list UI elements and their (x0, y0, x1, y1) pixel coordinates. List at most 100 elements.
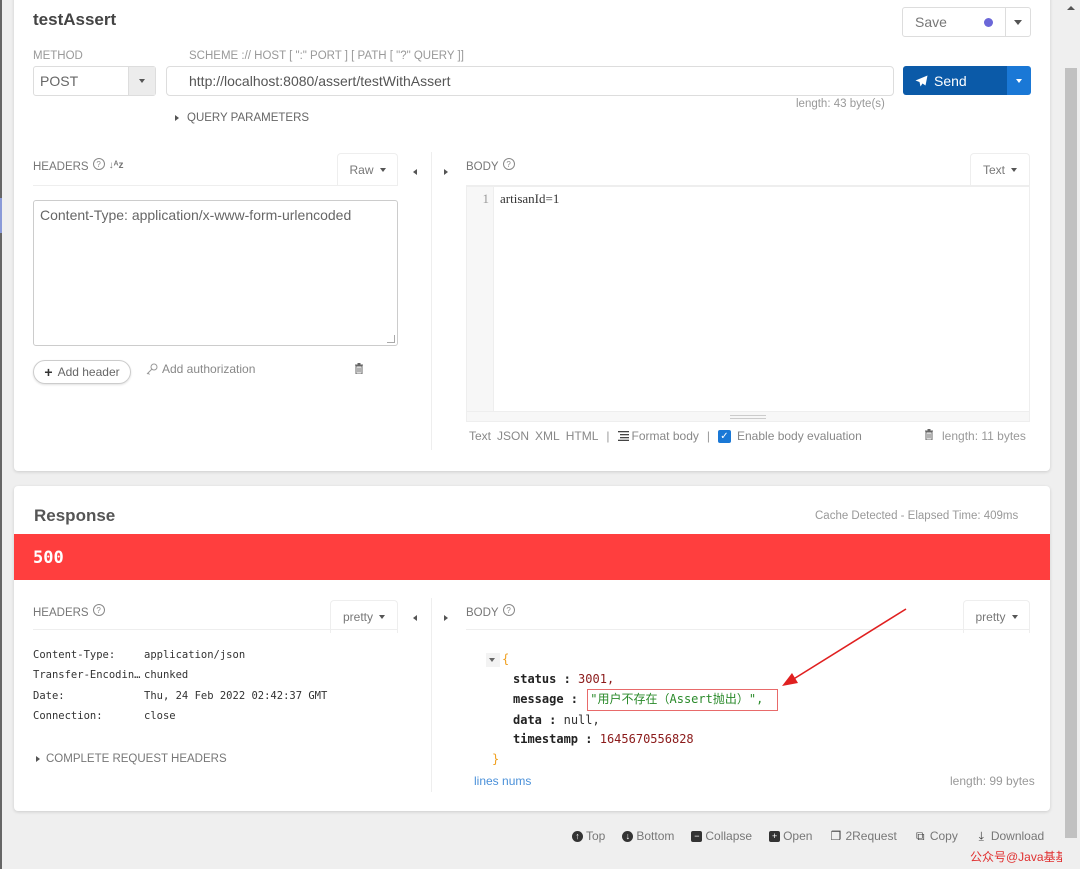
json-value: "用户不存在（Assert抛出）", (590, 692, 764, 706)
resize-handle-icon[interactable] (387, 335, 395, 343)
format-html-link[interactable]: HTML (566, 429, 599, 443)
chevron-down-icon (1016, 78, 1022, 83)
divider (33, 629, 398, 630)
send-dropdown-toggle[interactable] (1007, 66, 1031, 95)
paper-plane-icon (915, 75, 928, 86)
body-editor[interactable]: 1 artisanId=1 (466, 186, 1030, 422)
chevron-down-icon (379, 615, 385, 619)
download-button[interactable]: ⤓ Download (975, 828, 1045, 844)
add-header-button[interactable]: + Add header (33, 360, 131, 384)
chevron-down-icon (1014, 19, 1022, 25)
toolbar-label: Bottom (636, 829, 675, 843)
separator: | (706, 429, 710, 443)
to-request-button[interactable]: ❐ 2Request (829, 829, 897, 843)
body-label: BODY (466, 161, 499, 173)
json-key: status (513, 671, 557, 686)
open-button[interactable]: + Open (769, 829, 812, 843)
pane-divider[interactable] (431, 598, 432, 792)
json-value: 3001, (578, 671, 615, 686)
page-scrollbar[interactable] (1062, 0, 1080, 869)
collapse-button[interactable]: − Collapse (691, 829, 752, 843)
copy-button[interactable]: ⧉ Copy (914, 828, 958, 844)
help-icon[interactable]: ? (502, 158, 515, 170)
help-icon[interactable]: ? (92, 158, 105, 170)
toolbar-label: Top (586, 829, 606, 843)
unsaved-indicator-dot (984, 18, 993, 27)
save-label: Save (915, 14, 947, 30)
toolbar-label: Copy (929, 829, 958, 843)
format-json-link[interactable]: JSON (497, 429, 529, 443)
headers-mode-dropdown[interactable]: Raw (337, 153, 398, 186)
method-value: POST (40, 73, 79, 89)
header-row: Connection: close (33, 706, 327, 726)
send-label: Send (934, 72, 967, 89)
headers-mode-label: pretty (342, 610, 373, 624)
caret-right-icon (175, 115, 179, 121)
url-input[interactable]: http://localhost:8080/assert/testWithAss… (166, 66, 894, 96)
header-key: Date: (33, 689, 65, 702)
request-headers-heading: HEADERS ? ↓ᴬz (33, 158, 124, 173)
header-key: Content-Type: (33, 649, 116, 662)
response-length: length: 99 bytes (950, 774, 1035, 788)
clear-body-button[interactable] (924, 429, 934, 443)
send-button[interactable]: Send (903, 66, 1007, 95)
scroll-bottom-button[interactable]: ↓ Bottom (622, 829, 674, 843)
save-dropdown-toggle[interactable] (1005, 8, 1030, 36)
arrow-down-circle-icon: ↓ (622, 830, 634, 842)
sort-alpha-icon[interactable]: ↓ᴬz (109, 160, 124, 171)
line-number: 1 (482, 191, 490, 206)
query-parameters-toggle[interactable]: QUERY PARAMETERS (175, 112, 309, 124)
elapsed-time: Cache Detected - Elapsed Time: 409ms (815, 510, 1019, 522)
caret-left-icon (413, 169, 417, 175)
response-headers-heading: HEADERS ? (33, 604, 105, 619)
toolbar-label: Collapse (705, 829, 753, 843)
toolbar-label: Download (990, 829, 1045, 843)
chevron-down-icon (1011, 615, 1018, 619)
collapse-toggle-icon[interactable] (486, 652, 500, 667)
format-body-button[interactable]: Format body (617, 429, 699, 443)
format-xml-link[interactable]: XML (535, 429, 560, 443)
align-icon (617, 431, 629, 441)
save-button[interactable]: Save (903, 8, 1005, 36)
expand-right-button[interactable] (444, 608, 448, 626)
caret-left-icon (413, 615, 417, 621)
method-select[interactable]: POST (33, 66, 156, 96)
save-button-group: Save (902, 7, 1031, 37)
pane-divider[interactable] (431, 152, 432, 450)
collapse-left-button[interactable] (413, 608, 417, 626)
add-authorization-label: Add authorization (162, 362, 256, 376)
url-length: length: 43 byte(s) (796, 98, 885, 110)
request-body-heading: BODY ? (466, 158, 515, 173)
help-icon[interactable]: ? (92, 604, 105, 616)
add-authorization-button[interactable]: Add authorization (146, 362, 255, 376)
headers-textarea[interactable]: Content-Type: application/x-www-form-url… (33, 200, 398, 346)
toolbar-label: Open (783, 829, 813, 843)
body-mode-dropdown[interactable]: Text (970, 153, 1030, 186)
response-title: Response (34, 506, 116, 525)
method-dropdown-toggle[interactable] (128, 67, 155, 95)
format-text-link[interactable]: Text (469, 429, 491, 443)
download-icon: ⤓ (978, 828, 984, 843)
help-icon[interactable]: ? (502, 604, 515, 616)
line-numbers-toggle[interactable]: lines nums (474, 774, 531, 788)
enable-body-evaluation-checkbox[interactable]: ✓ (718, 429, 731, 443)
separator: | (606, 429, 610, 443)
response-toolbar: ↑ Top ↓ Bottom − Collapse + Open ❐ 2Request ⧉… (572, 829, 1044, 843)
paste-icon: ❐ (830, 829, 842, 843)
json-open-line: { (486, 650, 778, 670)
query-parameters-label: QUERY PARAMETERS (187, 112, 310, 124)
scroll-top-button[interactable]: ↑ Top (572, 829, 605, 843)
complete-request-headers-toggle[interactable]: COMPLETE REQUEST HEADERS (36, 753, 227, 765)
scrollbar-thumb[interactable] (1065, 68, 1077, 838)
header-row: Transfer-Encodin… chunked (33, 665, 327, 685)
code-line: artisanId=1 (500, 191, 560, 206)
editor-resize-handle[interactable] (467, 411, 1029, 421)
header-key: Connection: (33, 710, 103, 723)
copy-icon: ⧉ (916, 828, 925, 843)
json-value: 1645670556828 (599, 732, 694, 746)
expand-right-button[interactable] (444, 162, 448, 180)
scroll-up-icon[interactable] (1067, 6, 1075, 10)
clear-headers-button[interactable] (354, 363, 364, 377)
collapse-left-button[interactable] (413, 162, 417, 180)
request-panel: testAssert Save METHOD SCHEME :// HOST [… (14, 0, 1050, 471)
